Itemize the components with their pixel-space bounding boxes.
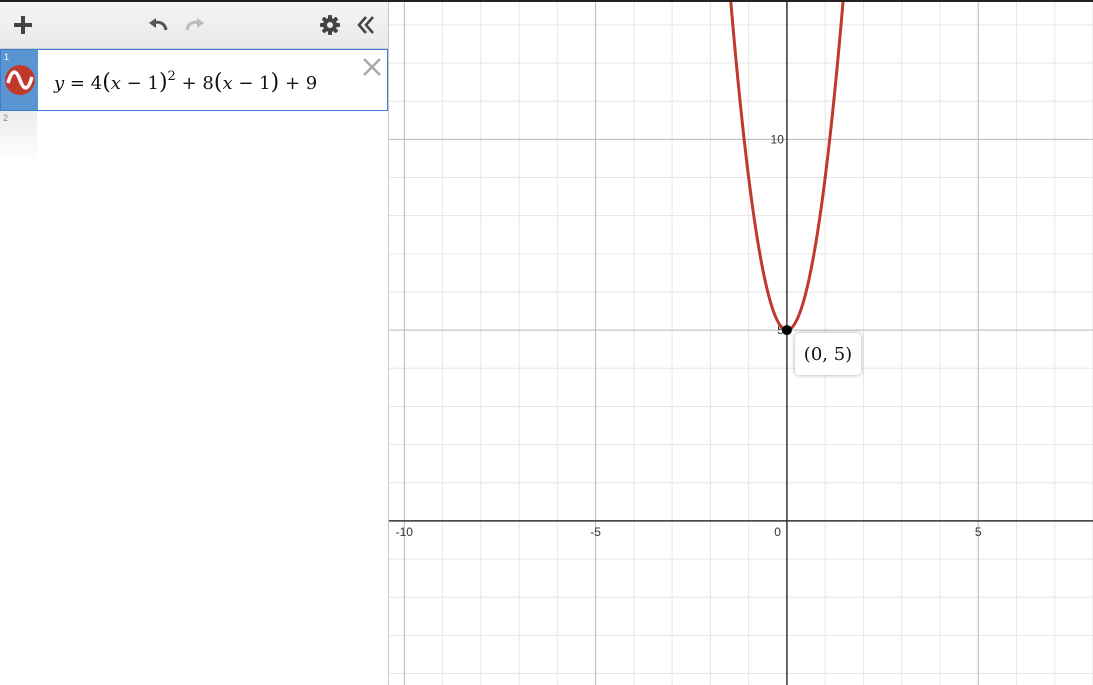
formula-plus: + bbox=[181, 73, 197, 94]
gear-icon bbox=[320, 15, 340, 35]
formula-plus: + bbox=[284, 73, 301, 94]
expression-formula[interactable]: y = 4(x − 1)2 + 8(x − 1) + 9 bbox=[54, 70, 317, 95]
collapse-panel-button[interactable] bbox=[352, 10, 380, 40]
graph-color-toggle-icon[interactable] bbox=[4, 64, 36, 96]
expression-index: 2 bbox=[3, 113, 9, 123]
undo-icon bbox=[149, 18, 168, 31]
formula-var-x: x bbox=[222, 73, 233, 94]
double-chevron-left-icon bbox=[357, 16, 374, 34]
expression-row[interactable]: 1 y = 4(x − 1)2 + 8(x − 1) + 9 bbox=[0, 49, 388, 111]
expression-panel: 1 y = 4(x − 1)2 + 8(x − 1) + 9 2 bbox=[0, 2, 389, 685]
close-icon bbox=[363, 58, 381, 76]
graph-canvas[interactable]: -10 -5 0 5105 bbox=[389, 2, 1093, 685]
x-tick-label: -5 bbox=[590, 525, 601, 539]
formula-const: 1 bbox=[259, 73, 271, 94]
formula-const: 1 bbox=[147, 73, 159, 94]
formula-minus: − bbox=[238, 73, 254, 94]
formula-equals: = bbox=[69, 73, 85, 94]
settings-button[interactable] bbox=[316, 10, 344, 40]
expression-tab[interactable]: 2 bbox=[0, 111, 37, 163]
vertex-point bbox=[781, 325, 792, 336]
plus-icon bbox=[14, 16, 32, 34]
formula-paren-close: ) bbox=[158, 70, 168, 95]
add-item-button[interactable] bbox=[9, 10, 37, 40]
expression-tab[interactable]: 1 bbox=[1, 50, 38, 110]
expression-toolbar bbox=[0, 2, 388, 49]
point-coordinate-label: (0, 5) bbox=[795, 333, 861, 375]
expression-row-empty[interactable]: 2 bbox=[0, 111, 388, 163]
x-tick-label: 0 bbox=[774, 525, 781, 539]
x-tick-label: 5 bbox=[975, 525, 982, 539]
formula-paren-close: ) bbox=[270, 70, 280, 95]
formula-var-x: x bbox=[110, 73, 121, 94]
x-tick-label: -10 bbox=[396, 525, 414, 539]
formula-minus: − bbox=[126, 73, 142, 94]
formula-coef-2: 8 bbox=[202, 73, 214, 94]
redo-button[interactable] bbox=[181, 10, 209, 40]
formula-coef-1: 4 bbox=[90, 73, 103, 94]
formula-exponent: 2 bbox=[167, 69, 176, 84]
y-tick-label: 10 bbox=[771, 132, 785, 146]
formula-paren-open: ( bbox=[102, 70, 111, 95]
undo-button[interactable] bbox=[144, 10, 172, 40]
expression-index: 1 bbox=[4, 52, 10, 62]
formula-const-9: 9 bbox=[305, 73, 318, 94]
redo-icon bbox=[185, 18, 204, 31]
delete-expression-button[interactable] bbox=[361, 56, 383, 78]
formula-var-y: y bbox=[54, 73, 65, 94]
